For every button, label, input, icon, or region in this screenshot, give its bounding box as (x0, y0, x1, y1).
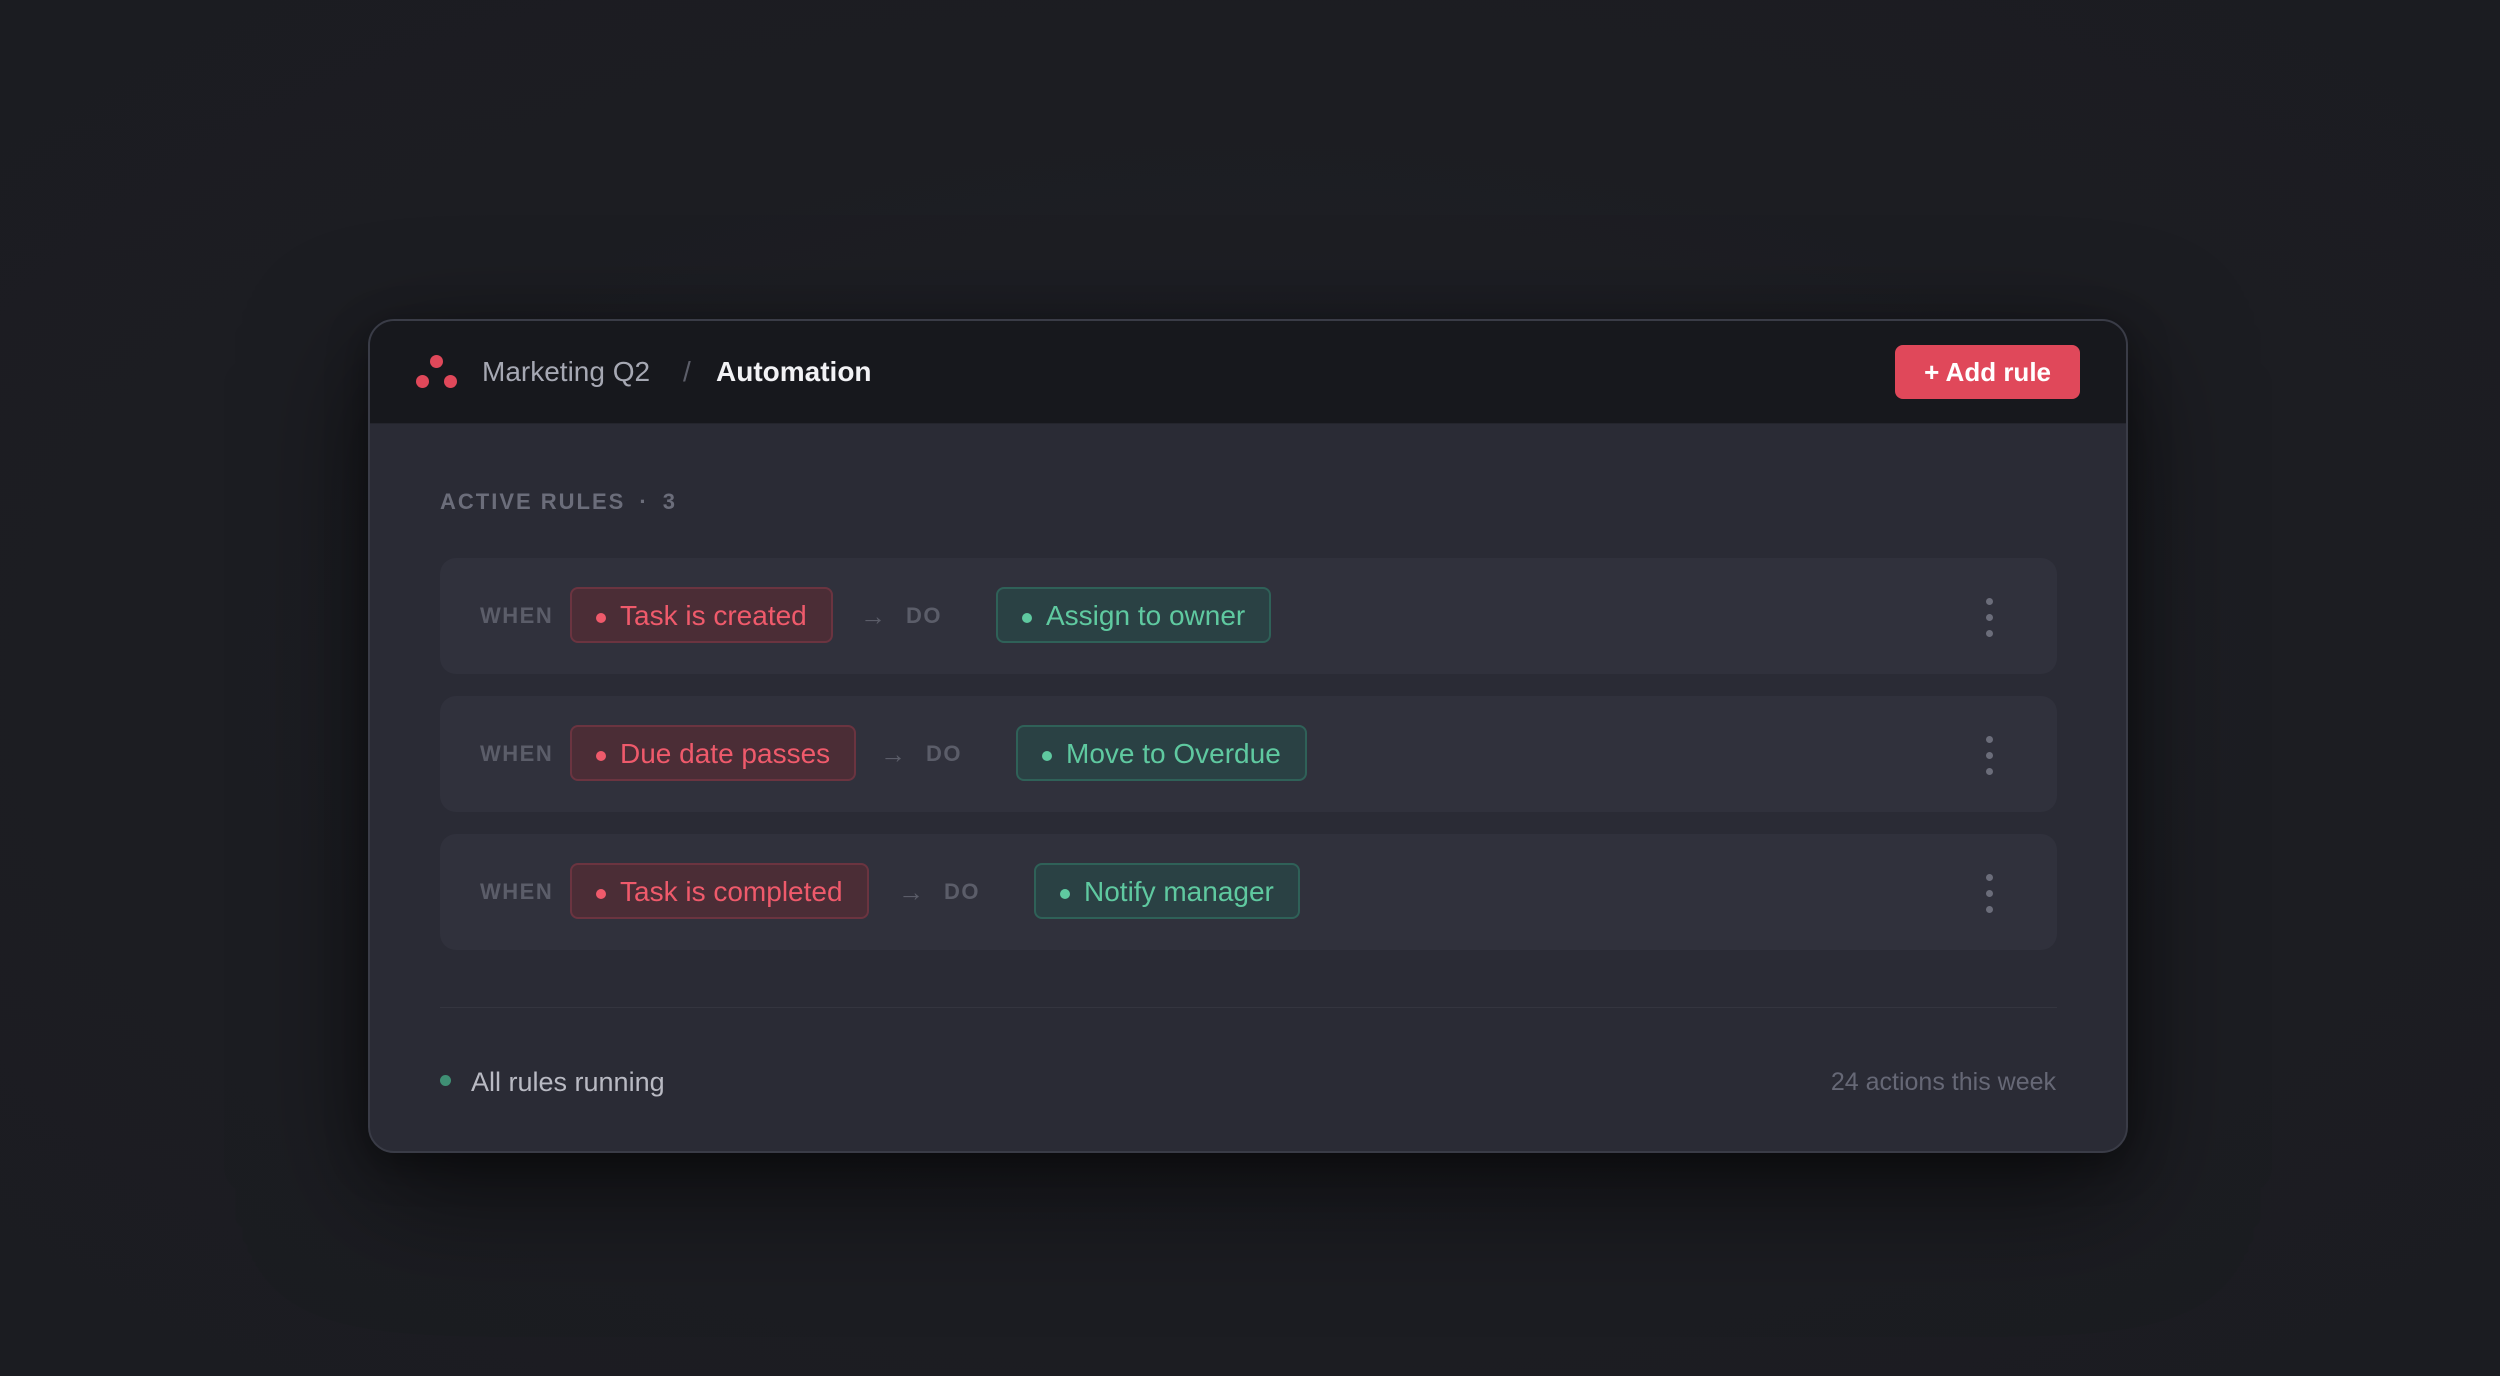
active-rules-label: ACTIVE RULES (440, 489, 626, 514)
rule-row[interactable]: WHEN Due date passes → DO Move to Overdu… (440, 696, 2057, 812)
trigger-label: Task is completed (620, 876, 843, 907)
do-keyword: DO (906, 603, 942, 628)
card-header: Marketing Q2 / Automation + Add rule (370, 321, 2126, 424)
status-indicator: All rules running (440, 1065, 665, 1099)
action-label: Move to Overdue (1066, 738, 1281, 769)
do-keyword: DO (926, 741, 962, 766)
trigger-dot-icon (596, 889, 606, 899)
action-pill[interactable]: Assign to owner (996, 587, 1272, 643)
more-vertical-icon[interactable] (1981, 598, 1997, 638)
page-title: Automation (716, 356, 872, 387)
arrow-right-icon: → (860, 601, 886, 631)
arrow-right-icon: → (898, 877, 924, 907)
action-pill[interactable]: Notify manager (1034, 863, 1300, 919)
status-text: All rules running (471, 1067, 665, 1097)
rule-row[interactable]: WHEN Task is created → DO Assign to owne… (440, 558, 2057, 674)
add-rule-button[interactable]: + Add rule (1895, 345, 2080, 399)
activity-count: 24 actions this week (1830, 1068, 2056, 1096)
rule-row[interactable]: WHEN Task is completed → DO Notify manag… (440, 834, 2057, 950)
breadcrumb-separator: / (683, 356, 691, 387)
footer-divider (440, 1007, 2057, 1008)
trigger-pill[interactable]: Task is created (570, 587, 833, 643)
trigger-pill[interactable]: Task is completed (570, 863, 869, 919)
arrow-right-icon: → (880, 739, 906, 769)
heading-separator: · (639, 489, 649, 514)
breadcrumb-project[interactable]: Marketing Q2 (482, 321, 650, 423)
action-pill[interactable]: Move to Overdue (1016, 725, 1307, 781)
more-vertical-icon[interactable] (1981, 736, 1997, 776)
logo-icon (416, 355, 458, 391)
active-rules-count: 3 (662, 489, 677, 514)
trigger-pill[interactable]: Due date passes (570, 725, 857, 781)
trigger-label: Task is created (620, 600, 807, 631)
do-keyword: DO (944, 879, 980, 904)
automation-card: Marketing Q2 / Automation + Add rule ACT… (368, 319, 2128, 1153)
when-keyword: WHEN (480, 603, 554, 628)
action-dot-icon (1022, 613, 1032, 623)
active-rules-heading: ACTIVE RULES · 3 (440, 489, 677, 515)
action-label: Assign to owner (1046, 600, 1246, 631)
app-stage: Marketing Q2 / Automation + Add rule ACT… (0, 0, 2500, 1376)
action-dot-icon (1060, 889, 1070, 899)
trigger-dot-icon (596, 751, 606, 761)
trigger-label: Due date passes (620, 738, 831, 769)
when-keyword: WHEN (480, 879, 554, 904)
rules-list: WHEN Task is created → DO Assign to owne… (440, 558, 2057, 972)
status-dot-icon (440, 1075, 451, 1087)
more-vertical-icon[interactable] (1981, 874, 1997, 914)
action-dot-icon (1042, 751, 1052, 761)
when-keyword: WHEN (480, 741, 554, 766)
trigger-dot-icon (596, 613, 606, 623)
action-label: Notify manager (1084, 876, 1274, 907)
